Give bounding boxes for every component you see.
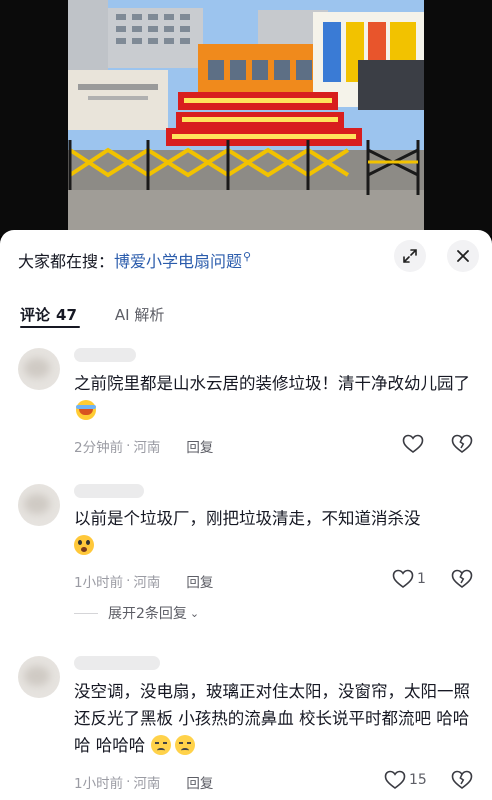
comment-time: 2分钟前 (74, 440, 124, 456)
comment-tabs: 评论 47 AI 解析 (20, 304, 164, 325)
sad-emoji-icon (175, 735, 196, 755)
like-button[interactable] (402, 434, 427, 454)
comment-meta: 1小时前 · 河南 回复 (74, 571, 213, 591)
like-button[interactable]: 15 (384, 770, 427, 790)
broken-heart-icon (451, 770, 473, 789)
comment-location: 河南 (133, 440, 161, 456)
like-button[interactable]: 1 (392, 569, 426, 589)
tab-comments-label: 评论 (20, 306, 51, 324)
meta-separator: · (126, 573, 131, 589)
close-button[interactable] (447, 240, 479, 272)
username-blurred[interactable] (74, 348, 136, 362)
heart-icon (402, 434, 424, 453)
expand-divider (74, 612, 98, 614)
tab-ai-analysis[interactable]: AI 解析 (115, 304, 164, 325)
sad-emoji-icon (151, 735, 172, 755)
meta-separator: · (126, 774, 131, 790)
avatar[interactable] (18, 656, 60, 698)
comment-location: 河南 (133, 575, 161, 591)
like-count: 15 (409, 772, 427, 788)
reply-button[interactable]: 回复 (186, 571, 213, 591)
dislike-button[interactable] (451, 770, 473, 794)
reply-button[interactable]: 回复 (186, 772, 213, 792)
chevron-down-icon: ⌄ (189, 606, 200, 620)
like-count: 1 (417, 571, 426, 587)
username-blurred[interactable] (74, 656, 160, 670)
dislike-button[interactable] (451, 434, 473, 458)
search-icon: ⚲ (243, 249, 252, 263)
surprised-emoji-icon (74, 535, 94, 555)
comment-sheet: 大家都在搜： 博爱小学电扇问题 ⚲ 评论 47 AI 解析 之前院里都是山水云居的… (0, 230, 492, 800)
heart-icon (392, 569, 414, 588)
comment-location: 河南 (133, 776, 161, 792)
tab-comments[interactable]: 评论 47 (20, 304, 77, 325)
crying-emoji-icon (76, 400, 96, 420)
collapse-icon (403, 249, 417, 263)
close-icon (457, 250, 469, 262)
active-tab-indicator (20, 326, 80, 328)
comment-text[interactable]: 没空调，没电扇，玻璃正对住太阳，没窗帘，太阳一照还反光了黑板 小孩热的流鼻血 校… (74, 678, 474, 759)
reply-button[interactable]: 回复 (186, 436, 213, 456)
expand-replies-button[interactable]: 展开2条回复 ⌄ (74, 603, 199, 623)
school-gate-photo (68, 0, 424, 232)
comment-meta: 2分钟前 · 河南 回复 (74, 436, 213, 456)
comment-text[interactable]: 以前是个垃圾厂，刚把垃圾清走，不知道消杀没 (74, 505, 474, 559)
expand-replies-label: 展开2条回复 (108, 606, 187, 622)
search-suggestion-prefix: 大家都在搜： (18, 252, 115, 271)
broken-heart-icon (451, 434, 473, 453)
search-suggestion-query[interactable]: 博爱小学电扇问题 (114, 248, 242, 272)
comment-count: 47 (56, 306, 77, 324)
comment-meta: 1小时前 · 河南 回复 (74, 772, 213, 792)
username-blurred[interactable] (74, 484, 144, 498)
dislike-button[interactable] (451, 569, 473, 593)
avatar[interactable] (18, 348, 60, 390)
comment-text[interactable]: 之前院里都是山水云居的装修垃圾！清干净改幼儿园了 (74, 370, 474, 424)
video-background (0, 0, 492, 236)
comment-time: 1小时前 (74, 776, 124, 792)
collapse-button[interactable] (394, 240, 426, 272)
broken-heart-icon (451, 569, 473, 588)
avatar[interactable] (18, 484, 60, 526)
comment-time: 1小时前 (74, 575, 124, 591)
meta-separator: · (126, 438, 131, 454)
heart-icon (384, 770, 406, 789)
